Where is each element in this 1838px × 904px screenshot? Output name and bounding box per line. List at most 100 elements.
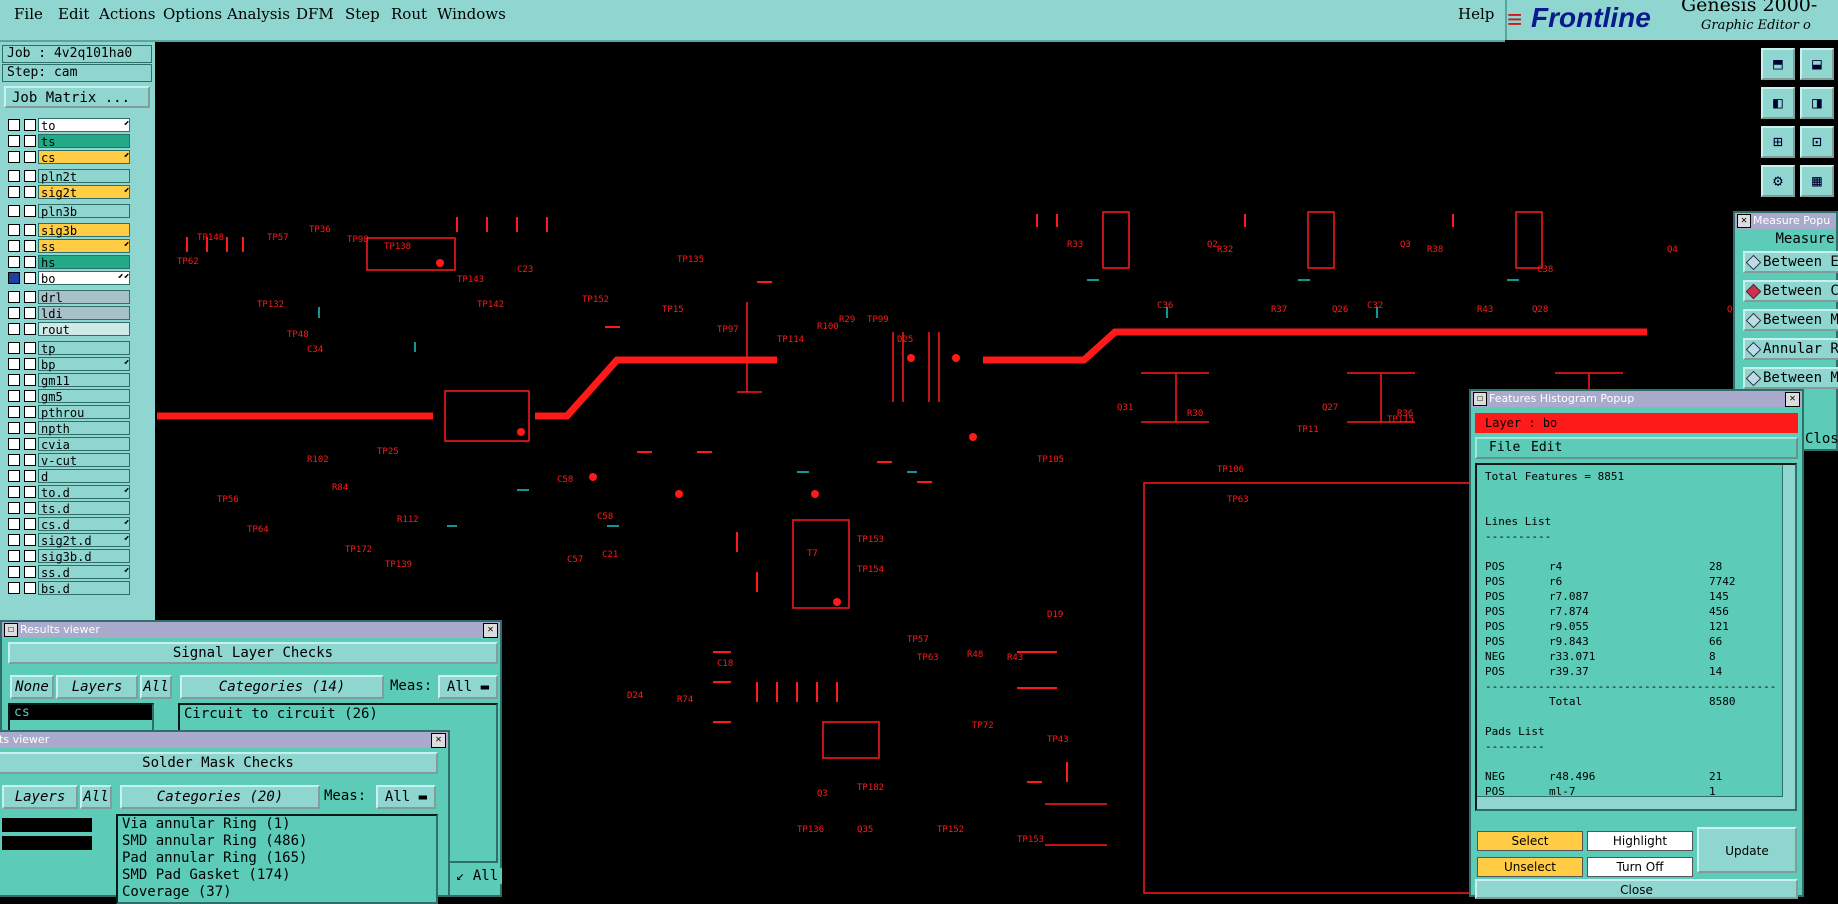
histogram-list[interactable]: Total Features = 8851 Lines List --------… [1475, 463, 1797, 811]
layer-name[interactable]: bo [38, 271, 130, 286]
layer-row[interactable]: d [8, 469, 130, 484]
layer-checkbox[interactable] [8, 307, 20, 319]
layer-row[interactable]: bo ⬋⬋ [8, 271, 130, 286]
layer-row[interactable]: sig2t ⬋ [8, 185, 130, 200]
meas-dropdown[interactable]: All ▬ [376, 785, 436, 809]
layer-checkbox[interactable] [24, 291, 36, 303]
none-button[interactable]: None [10, 675, 54, 699]
list-item[interactable]: Circuit to circuit (26) [184, 705, 496, 723]
close-icon[interactable]: ✕ [1785, 392, 1800, 407]
layer-name[interactable]: bs.d [38, 581, 130, 596]
layer-name[interactable]: sig2t.d [38, 533, 130, 548]
vertical-scrollbar[interactable] [1782, 465, 1795, 809]
layer-checkbox[interactable] [8, 566, 20, 578]
layer-checkbox[interactable] [8, 323, 20, 335]
layers-button[interactable]: Layers [56, 675, 138, 699]
layer-row[interactable]: pln3b [8, 204, 130, 219]
layer-row[interactable]: rout [8, 322, 130, 337]
layer-checkbox[interactable] [8, 256, 20, 268]
histogram-menu-edit[interactable]: Edit [1531, 439, 1562, 457]
zoom-center-icon[interactable]: ⊡ [1800, 126, 1834, 158]
layer-checkbox[interactable] [8, 151, 20, 163]
menu-step[interactable]: Step [345, 5, 380, 23]
horizontal-scrollbar[interactable] [1477, 796, 1783, 809]
layer-checkbox[interactable] [8, 358, 20, 370]
layer-name[interactable]: bp [38, 357, 130, 372]
layer-checkbox[interactable] [8, 422, 20, 434]
layer-name[interactable]: ldi [38, 306, 130, 321]
layer-row[interactable]: gm5 [8, 389, 130, 404]
layer-checkbox[interactable] [8, 119, 20, 131]
menu-options[interactable]: Options [163, 5, 222, 23]
layer-checkbox[interactable] [8, 502, 20, 514]
layer-checkbox[interactable] [8, 518, 20, 530]
layer-checkbox[interactable] [24, 151, 36, 163]
layer-checkbox[interactable] [24, 534, 36, 546]
layer-name[interactable]: sig2t [38, 185, 130, 200]
line-feature-row[interactable]: POS r39.37 14 [1485, 664, 1795, 679]
menu-actions[interactable]: Actions [99, 5, 155, 23]
layer-selector[interactable]: Layer : bo [1475, 413, 1798, 433]
layer-row[interactable]: ts [8, 134, 130, 149]
layer-row[interactable]: hs [8, 255, 130, 270]
layer-checkbox[interactable] [24, 390, 36, 402]
layer-checkbox[interactable] [24, 307, 36, 319]
layer-name[interactable]: pln3b [38, 204, 130, 219]
close-button[interactable]: Close [1475, 879, 1798, 899]
layer-name[interactable]: ss.d [38, 565, 130, 580]
layer-checkbox[interactable] [8, 454, 20, 466]
layer-name[interactable]: npth [38, 421, 130, 436]
layer-checkbox[interactable] [8, 170, 20, 182]
layer-checkbox[interactable] [24, 502, 36, 514]
menu-dfm[interactable]: DFM [296, 5, 334, 23]
menu-analysis[interactable]: Analysis [227, 5, 290, 23]
layer-checkbox[interactable] [8, 390, 20, 402]
zoom-fit-icon[interactable]: ⊞ [1761, 126, 1795, 158]
measure-close-button[interactable]: Clos [1805, 431, 1838, 447]
turn-off-button[interactable]: Turn Off [1587, 857, 1693, 877]
window-menu-icon[interactable]: ☐ [1473, 392, 1487, 406]
all-button[interactable]: All [80, 785, 112, 809]
layer-name[interactable]: ts [38, 134, 130, 149]
select-button[interactable]: Select [1477, 831, 1583, 851]
layer-checkbox[interactable] [24, 119, 36, 131]
layer-checkbox[interactable] [24, 186, 36, 198]
layer-name[interactable]: to [38, 118, 130, 133]
layer-name[interactable]: drl [38, 290, 130, 305]
layer-checkbox[interactable] [8, 406, 20, 418]
layer-checkbox[interactable] [8, 186, 20, 198]
job-matrix-button[interactable]: Job Matrix ... [4, 86, 150, 108]
layer-name[interactable]: cvia [38, 437, 130, 452]
layer-row[interactable]: sig3b.d [8, 549, 130, 564]
menu-windows[interactable]: Windows [437, 5, 506, 23]
line-feature-row[interactable]: POS r7.874 456 [1485, 604, 1795, 619]
show-all-button[interactable]: ↙ All [452, 868, 503, 884]
layer-checkbox[interactable] [24, 358, 36, 370]
layer-name[interactable]: cs.d [38, 517, 130, 532]
highlight-button[interactable]: Highlight [1587, 831, 1693, 851]
layer-checkbox[interactable] [8, 291, 20, 303]
layer-row[interactable]: ts.d [8, 501, 130, 516]
layer-checkbox[interactable] [8, 205, 20, 217]
menu-help[interactable]: Help [1458, 5, 1494, 23]
update-button[interactable]: Update [1697, 827, 1797, 873]
layer-checkbox[interactable] [24, 170, 36, 182]
layer-checkbox[interactable] [24, 518, 36, 530]
close-icon[interactable]: ✕ [431, 733, 446, 748]
layer-checkbox[interactable] [24, 566, 36, 578]
layer-name[interactable]: d [38, 469, 130, 484]
layer-checkbox[interactable] [24, 454, 36, 466]
layer-checkbox[interactable] [24, 582, 36, 594]
layer-checkbox[interactable] [24, 422, 36, 434]
layer-name[interactable]: gm5 [38, 389, 130, 404]
line-feature-row[interactable]: POS r9.843 66 [1485, 634, 1795, 649]
unselect-button[interactable]: Unselect [1477, 857, 1583, 877]
layer-row[interactable]: ss.d ⬋ [8, 565, 130, 580]
layer-row[interactable]: npth [8, 421, 130, 436]
layer-checkbox[interactable] [24, 224, 36, 236]
categories-button[interactable]: Categories (14) [180, 675, 384, 699]
line-feature-row[interactable]: NEG r33.071 8 [1485, 649, 1795, 664]
view-save-icon[interactable]: ⬓ [1800, 48, 1834, 80]
layer-row[interactable]: sig2t.d ⬋ [8, 533, 130, 548]
line-feature-row[interactable]: POS r6 7742 [1485, 574, 1795, 589]
